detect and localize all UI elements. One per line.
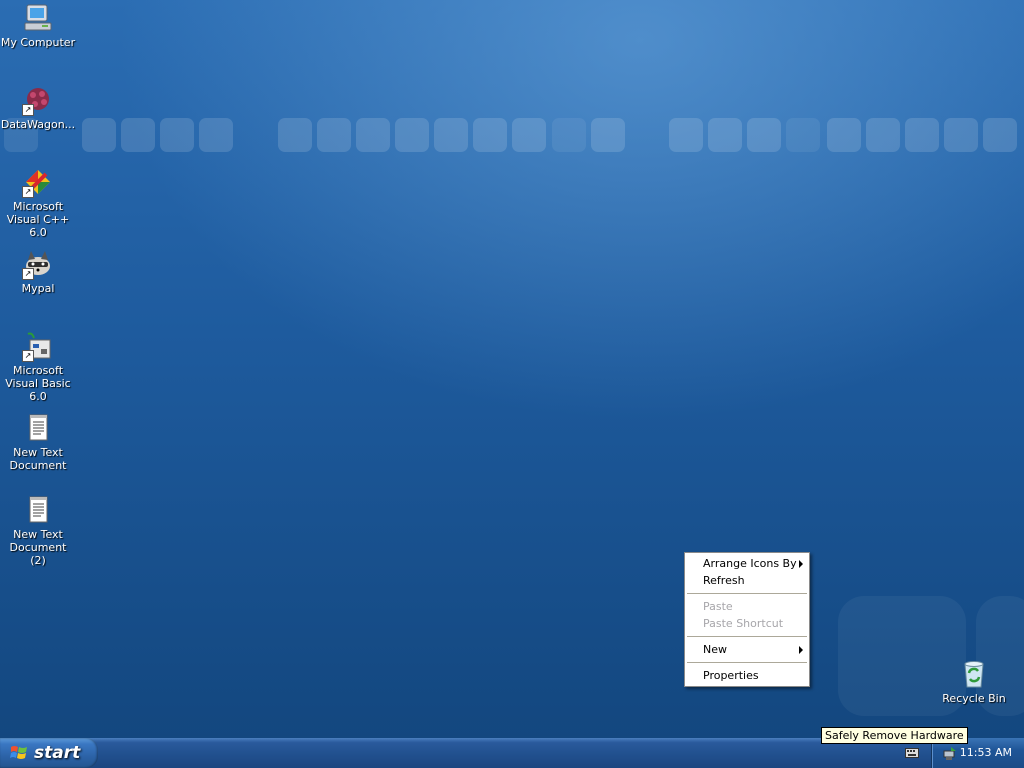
shortcut-arrow-icon: ↗ <box>22 186 34 198</box>
menu-item-label: Paste Shortcut <box>703 617 784 630</box>
start-button[interactable]: start <box>0 738 98 768</box>
windows-logo-icon <box>10 744 28 762</box>
clock[interactable]: 11:53 AM <box>960 746 1012 759</box>
desktop-icon-recycle-bin[interactable]: Recycle Bin <box>936 658 1012 705</box>
desktop-icon-new-text-document-2[interactable]: New Text Document (2) <box>0 494 76 567</box>
menu-item-label: Paste <box>703 600 733 613</box>
text-document-icon <box>22 494 54 526</box>
text-document-icon <box>22 412 54 444</box>
menu-item-label: Arrange Icons By <box>703 557 797 570</box>
menu-item-arrange-icons-by[interactable]: Arrange Icons By <box>685 555 809 572</box>
safely-remove-hardware-tooltip: Safely Remove Hardware <box>821 727 968 744</box>
desktop-icon-label: New Text Document (2) <box>9 528 67 567</box>
desktop-icon-label: DataWagon... <box>0 118 76 131</box>
safely-remove-hardware-icon[interactable] <box>942 745 958 761</box>
visual-cpp-icon: ↗ <box>22 166 54 198</box>
desktop-icon-label: My Computer <box>0 36 76 49</box>
wallpaper-tile-strip <box>0 116 1024 156</box>
shortcut-arrow-icon: ↗ <box>22 104 34 116</box>
menu-separator <box>687 593 807 594</box>
desktop-icon-label: Microsoft Visual C++ 6.0 <box>6 200 70 239</box>
menu-item-label: New <box>703 643 727 656</box>
keyboard-icon[interactable] <box>905 748 919 758</box>
mypal-raccoon-icon: ↗ <box>22 248 54 280</box>
desktop-icon-new-text-document[interactable]: New Text Document <box>0 412 76 472</box>
my-computer-icon <box>22 2 54 34</box>
menu-item-label: Properties <box>703 669 759 682</box>
shortcut-arrow-icon: ↗ <box>22 268 34 280</box>
recycle-bin-icon <box>958 658 990 690</box>
visual-basic-icon: ↗ <box>22 330 54 362</box>
menu-item-new[interactable]: New <box>685 641 809 658</box>
start-label: start <box>34 743 81 763</box>
desktop-icon-label: Recycle Bin <box>942 692 1006 705</box>
desktop-context-menu: Arrange Icons By Refresh Paste Paste Sho… <box>684 552 810 687</box>
menu-item-refresh[interactable]: Refresh <box>685 572 809 589</box>
desktop-icon-visual-cpp[interactable]: ↗ Microsoft Visual C++ 6.0 <box>0 166 76 239</box>
desktop[interactable]: My Computer ↗ DataWagon... ↗ Microsoft V… <box>0 0 1024 738</box>
desktop-icon-my-computer[interactable]: My Computer <box>0 2 76 49</box>
shortcut-arrow-icon: ↗ <box>22 350 34 362</box>
desktop-icon-label: Mypal <box>21 282 55 295</box>
menu-item-paste-shortcut: Paste Shortcut <box>685 615 809 632</box>
desktop-icon-mypal[interactable]: ↗ Mypal <box>0 248 76 295</box>
menu-separator <box>687 662 807 663</box>
desktop-icon-label: Microsoft Visual Basic 6.0 <box>5 364 71 403</box>
datawagon-icon: ↗ <box>22 84 54 116</box>
desktop-icon-label: New Text Document <box>9 446 67 472</box>
desktop-icon-visual-basic[interactable]: ↗ Microsoft Visual Basic 6.0 <box>0 330 76 403</box>
menu-item-label: Refresh <box>703 574 745 587</box>
menu-item-paste: Paste <box>685 598 809 615</box>
submenu-arrow-icon <box>799 646 803 654</box>
menu-separator <box>687 636 807 637</box>
menu-item-properties[interactable]: Properties <box>685 667 809 684</box>
desktop-icon-datawagon[interactable]: ↗ DataWagon... <box>0 84 76 131</box>
submenu-arrow-icon <box>799 560 803 568</box>
